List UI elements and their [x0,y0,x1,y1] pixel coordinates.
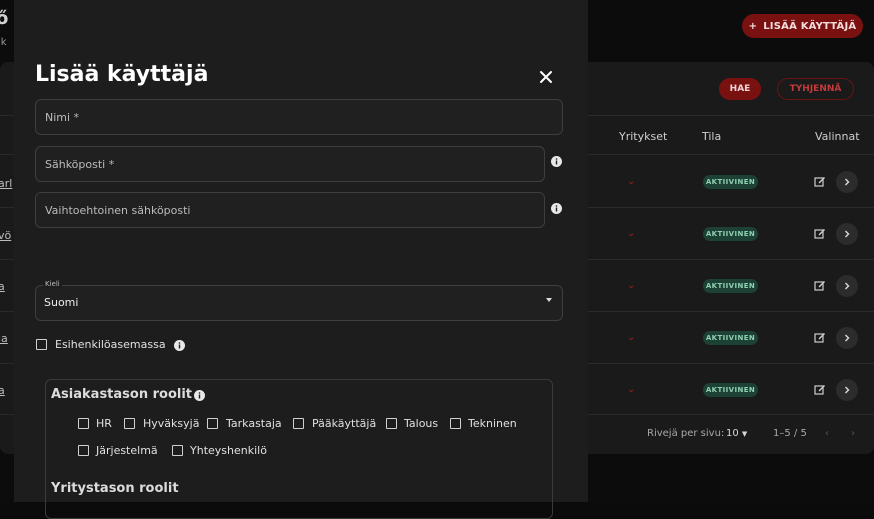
role-label-finance: Talous [404,417,439,430]
chevron-right-icon [845,282,850,290]
open-row-button[interactable] [836,379,858,401]
row-name-fragment[interactable]: a [0,384,5,397]
search-button[interactable]: HAE [719,78,761,100]
rows-per-page-label: Rivejä per sivu: [647,428,725,439]
row-name-fragment[interactable]: arl [0,177,12,190]
role-label-technical: Tekninen [468,417,517,430]
role-label-system: Järjestelmä [96,444,158,457]
role-label-approver: Hyväksyjä [143,417,200,430]
email-field[interactable]: Sähköposti * [35,146,545,182]
chevron-down-icon[interactable]: ⌄ [627,176,635,187]
status-badge: AKTIIVINEN [703,331,758,345]
info-icon[interactable] [194,390,205,401]
open-row-button[interactable] [836,327,858,349]
edit-icon[interactable] [814,176,826,188]
status-badge: AKTIIVINEN [703,227,758,241]
column-header-actions: Valinnat [815,130,860,143]
supervisor-checkbox[interactable] [36,339,47,350]
edit-icon[interactable] [814,280,826,292]
column-header-companies[interactable]: Yritykset [619,130,667,143]
language-label: Kieli [43,280,62,288]
status-badge: AKTIIVINEN [703,279,758,293]
email-placeholder: Sähköposti * [45,157,115,171]
close-icon[interactable] [538,69,554,85]
page-subtitle: ık [0,37,7,48]
chevron-right-icon [845,386,850,394]
role-label-hr: HR [96,417,112,430]
language-value: Suomi [44,296,79,309]
name-field[interactable]: Nimi * [35,99,563,135]
page-title: ő [0,8,9,29]
supervisor-label: Esihenkilöasemassa [55,338,166,351]
role-checkbox-admin[interactable] [293,418,304,429]
row-name-fragment[interactable]: la [0,332,8,345]
add-user-button[interactable]: + LISÄÄ KÄYTTÄJÄ [742,14,863,38]
edit-icon[interactable] [814,332,826,344]
company-roles-title: Yritystason roolit [51,481,179,496]
prev-page-button[interactable]: ‹ [825,428,829,439]
dialog-title: Lisää käyttäjä [35,62,209,87]
add-user-label: LISÄÄ KÄYTTÄJÄ [763,20,857,32]
role-checkbox-hr[interactable] [78,418,89,429]
chevron-right-icon [845,230,850,238]
role-checkbox-inspector[interactable] [207,418,218,429]
open-row-button[interactable] [836,171,858,193]
clear-button[interactable]: TYHJENNÄ [777,78,854,100]
chevron-down-icon[interactable]: ⌄ [627,280,635,291]
edit-icon[interactable] [814,228,826,240]
column-header-status[interactable]: Tila [702,130,721,143]
caret-down-icon [546,298,552,302]
status-badge: AKTIIVINEN [703,175,758,189]
alternative-email-field[interactable]: Vaihtoehtoinen sähköposti [35,192,545,228]
rows-per-page-value: 10 [726,428,739,439]
caret-down-icon: ▼ [741,430,748,438]
row-name-fragment[interactable]: vö [0,229,11,242]
chevron-right-icon [845,334,850,342]
language-select[interactable] [35,285,563,321]
next-page-button[interactable]: › [851,428,855,439]
info-icon[interactable] [174,340,185,351]
pagination-range: 1–5 / 5 [773,428,807,439]
chevron-down-icon[interactable]: ⌄ [627,228,635,239]
alternative-email-placeholder: Vaihtoehtoinen sähköposti [45,203,191,217]
role-label-inspector: Tarkastaja [226,417,282,430]
plus-icon: + [748,20,758,32]
open-row-button[interactable] [836,223,858,245]
rows-per-page-select[interactable]: 10 ▼ [726,428,747,439]
role-checkbox-contact[interactable] [172,445,183,456]
role-checkbox-finance[interactable] [386,418,397,429]
customer-roles-title: Asiakastason roolit [51,387,193,402]
row-name-fragment[interactable]: a [0,280,5,293]
chevron-right-icon [845,178,850,186]
open-row-button[interactable] [836,275,858,297]
info-icon[interactable] [551,203,562,214]
chevron-down-icon[interactable]: ⌄ [627,332,635,343]
info-icon[interactable] [551,156,562,167]
name-placeholder: Nimi * [45,110,80,124]
role-checkbox-system[interactable] [78,445,89,456]
chevron-down-icon[interactable]: ⌄ [627,384,635,395]
edit-icon[interactable] [814,384,826,396]
role-checkbox-technical[interactable] [450,418,461,429]
role-checkbox-approver[interactable] [124,418,135,429]
role-label-admin: Pääkäyttäjä [312,417,377,430]
role-label-contact: Yhteyshenkilö [190,444,267,457]
status-badge: AKTIIVINEN [703,383,758,397]
